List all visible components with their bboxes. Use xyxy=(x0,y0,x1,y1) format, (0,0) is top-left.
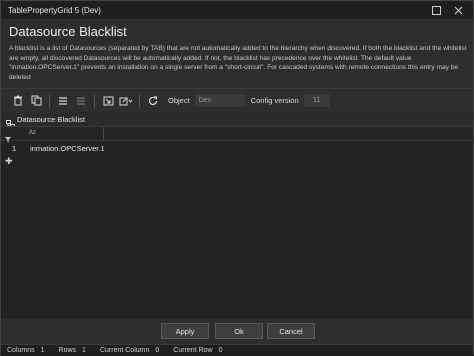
copy-icon[interactable] xyxy=(27,93,45,109)
current-row-label: Current Row xyxy=(173,347,213,354)
window-title: TablePropertyGrid 5 (Dev) xyxy=(8,5,101,15)
page-title: Datasource Blacklist xyxy=(9,24,127,39)
tab-label: Datasource Blacklist xyxy=(17,114,85,124)
toolbar-separator xyxy=(94,93,95,108)
toolbar-separator xyxy=(139,93,140,108)
columns-value: 1 xyxy=(40,347,45,354)
cancel-button[interactable]: Cancel xyxy=(267,323,315,339)
rows-label: Rows xyxy=(58,347,77,354)
data-grid[interactable]: Az 1 inmation.OPCServer.1 ✚ xyxy=(1,126,473,319)
delete-icon[interactable] xyxy=(9,93,27,109)
current-row-value: 0 xyxy=(218,347,223,354)
row-number: 1 xyxy=(12,144,17,153)
ok-button[interactable]: Ok xyxy=(215,323,263,339)
table-row[interactable]: 1 inmation.OPCServer.1 xyxy=(1,143,473,155)
config-version-label: Config version xyxy=(250,96,299,105)
rows-value: 1 xyxy=(82,347,86,354)
remove-row-icon[interactable] xyxy=(72,93,90,109)
columns-label: Columns xyxy=(7,347,35,354)
close-icon[interactable] xyxy=(451,3,465,17)
add-row-icon[interactable]: ✚ xyxy=(5,156,13,167)
apply-button[interactable]: Apply xyxy=(161,323,209,339)
maximize-icon[interactable] xyxy=(429,3,443,17)
column-divider xyxy=(103,127,104,140)
config-version-field[interactable]: 11 xyxy=(303,94,330,107)
insert-row-icon[interactable] xyxy=(54,93,72,109)
toolbar: Object Dev Config version 11 xyxy=(1,88,473,113)
description-text: A blacklist is a list of Datasources (se… xyxy=(9,45,467,81)
current-column-value: 0 xyxy=(155,347,160,354)
sort-icon[interactable]: Az xyxy=(29,130,36,136)
table-cell[interactable]: inmation.OPCServer.1 xyxy=(30,144,105,153)
dialog-window: TablePropertyGrid 5 (Dev) Datasource Bla… xyxy=(0,0,474,356)
object-label: Object xyxy=(168,96,190,105)
sheet-tab[interactable]: Datasource Blacklist xyxy=(1,112,473,128)
status-bar: Columns 1 Rows 1 Current Column 0 Curren… xyxy=(1,344,473,356)
current-column-label: Current Column xyxy=(99,347,150,354)
export-icon[interactable] xyxy=(117,93,135,109)
toolbar-separator xyxy=(49,93,50,108)
refresh-icon[interactable] xyxy=(144,93,162,109)
grid-header: Az xyxy=(1,127,473,143)
object-field[interactable]: Dev xyxy=(194,94,245,107)
title-bar: TablePropertyGrid 5 (Dev) xyxy=(1,1,473,19)
import-icon[interactable] xyxy=(99,93,117,109)
button-bar: Apply Ok Cancel xyxy=(1,319,473,344)
